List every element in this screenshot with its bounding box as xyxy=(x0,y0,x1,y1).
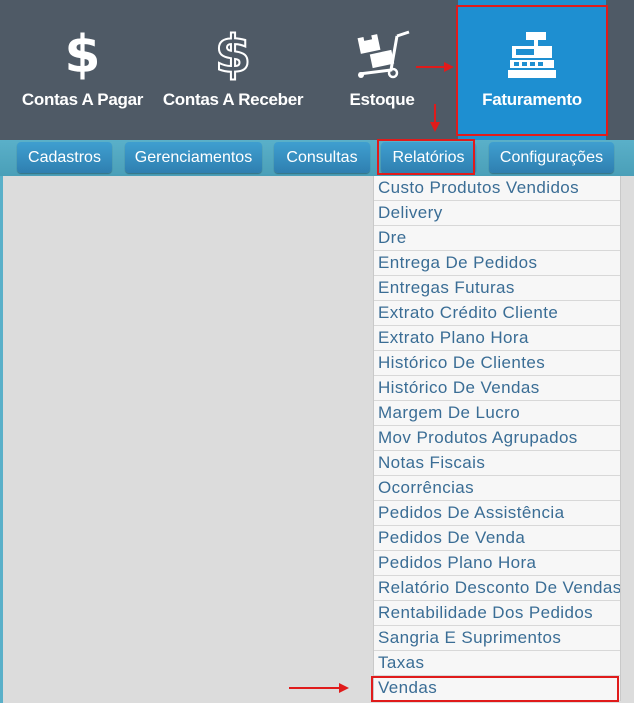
menu-item[interactable]: Extrato Plano Hora xyxy=(374,326,620,351)
menu-item[interactable]: Custo Produtos Vendidos xyxy=(374,176,620,201)
arrow-right-icon xyxy=(416,62,454,72)
menu-item[interactable]: Pedidos Plano Hora xyxy=(374,551,620,576)
nav-consultas[interactable]: Consultas xyxy=(274,142,370,173)
menu-item[interactable]: Entregas Futuras xyxy=(374,276,620,301)
menu-item[interactable]: Delivery xyxy=(374,201,620,226)
module-contas-a-receber[interactable]: $ Contas A Receber xyxy=(157,0,309,140)
menu-item[interactable]: Notas Fiscais xyxy=(374,451,620,476)
menu-item[interactable]: Sangria E Suprimentos xyxy=(374,626,620,651)
menu-item[interactable]: Taxas xyxy=(374,651,620,676)
menu-item[interactable]: Histórico De Vendas xyxy=(374,376,620,401)
menu-item[interactable]: Rentabilidade Dos Pedidos xyxy=(374,601,620,626)
menu-item[interactable]: Ocorrências xyxy=(374,476,620,501)
menu-item[interactable]: Extrato Crédito Cliente xyxy=(374,301,620,326)
menu-item[interactable]: Entrega De Pedidos xyxy=(374,251,620,276)
vendas-highlight xyxy=(371,676,619,702)
module-label: Contas A Receber xyxy=(162,90,304,109)
menu-item[interactable]: Histórico De Clientes xyxy=(374,351,620,376)
dollar-outline-icon: $ xyxy=(214,25,252,85)
arrow-right-icon xyxy=(289,683,349,693)
nav-configuracoes[interactable]: Configurações xyxy=(489,142,614,173)
module-label: Estoque xyxy=(349,90,415,109)
module-label: Contas A Pagar xyxy=(21,90,144,109)
nav-cadastros[interactable]: Cadastros xyxy=(17,142,112,173)
menu-item[interactable]: Margem De Lucro xyxy=(374,401,620,426)
left-border xyxy=(0,176,3,703)
faturamento-highlight xyxy=(456,5,608,136)
menu-item[interactable]: Relatório Desconto De Vendas xyxy=(374,576,620,601)
dollar-icon: $ xyxy=(64,25,101,85)
menu-item[interactable]: Pedidos De Assistência xyxy=(374,501,620,526)
module-contas-a-pagar[interactable]: $ Contas A Pagar xyxy=(15,0,150,140)
arrow-down-icon xyxy=(430,104,440,132)
menu-item[interactable]: Dre xyxy=(374,226,620,251)
relatorios-dropdown: Custo Produtos Vendidos Delivery Dre Ent… xyxy=(373,176,621,701)
menu-item[interactable]: Pedidos De Venda xyxy=(374,526,620,551)
relatorios-highlight xyxy=(377,139,475,175)
menu-item[interactable]: Mov Produtos Agrupados xyxy=(374,426,620,451)
nav-gerenciamentos[interactable]: Gerenciamentos xyxy=(125,142,262,173)
